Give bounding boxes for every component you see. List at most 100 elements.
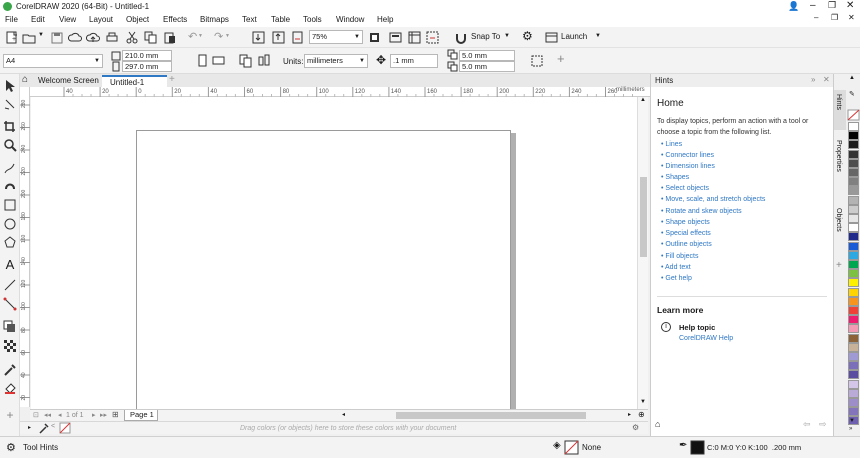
palette-options-icon[interactable]: ⚙ <box>632 423 639 432</box>
open-folder-icon[interactable] <box>22 31 36 45</box>
connector-tool-icon[interactable] <box>3 297 17 311</box>
color-swatch[interactable] <box>848 370 859 380</box>
tab-untitled-1[interactable]: Untitled-1 <box>102 75 167 87</box>
page-1-tab[interactable]: Page 1 <box>124 410 158 421</box>
docker-home-icon[interactable]: ⌂ <box>655 419 660 429</box>
color-swatch[interactable] <box>848 342 859 352</box>
interactive-fill-tool-icon[interactable] <box>3 382 17 396</box>
color-swatch[interactable] <box>848 241 859 251</box>
import-icon[interactable] <box>252 31 266 45</box>
color-swatch[interactable] <box>848 333 859 343</box>
menu-text[interactable]: Text <box>242 15 257 24</box>
transparency-tool-icon[interactable] <box>3 339 17 353</box>
menu-tools[interactable]: Tools <box>303 15 322 24</box>
hint-link-add-text[interactable]: • Add text <box>661 264 691 271</box>
color-swatch[interactable] <box>848 204 859 214</box>
zoom-level-combo[interactable]: 75% ▼ <box>309 30 363 44</box>
redo-dropdown-icon[interactable]: ▼ <box>225 33 230 39</box>
color-swatch[interactable] <box>848 131 859 141</box>
horizontal-scroll-thumb[interactable] <box>396 412 586 419</box>
menu-minimize-icon[interactable]: – <box>814 13 818 22</box>
color-swatch[interactable] <box>848 296 859 306</box>
color-swatch[interactable] <box>848 315 859 325</box>
zoom-tool-icon[interactable] <box>3 138 17 152</box>
color-swatch[interactable] <box>848 278 859 288</box>
menu-edit[interactable]: Edit <box>31 15 45 24</box>
color-swatch[interactable] <box>848 195 859 205</box>
color-swatch[interactable] <box>848 388 859 398</box>
palette-down-icon[interactable]: ▼ <box>849 418 855 424</box>
dock-tab-objects[interactable]: Objects <box>834 204 846 244</box>
color-swatch[interactable] <box>848 149 859 159</box>
hscroll-left-icon[interactable]: ◂ <box>342 411 345 418</box>
copy-icon[interactable] <box>144 31 158 45</box>
color-swatch[interactable] <box>848 140 859 150</box>
color-swatch[interactable] <box>848 352 859 361</box>
palette-more-icon[interactable]: » <box>849 426 852 432</box>
save-icon[interactable] <box>50 31 64 45</box>
new-tab-icon[interactable]: + <box>169 74 175 85</box>
cut-icon[interactable] <box>125 31 139 45</box>
palette-no-color-swatch[interactable] <box>847 109 860 121</box>
undo-dropdown-icon[interactable]: ▼ <box>198 33 203 39</box>
docker-forward-icon[interactable]: ⇨ <box>819 419 827 430</box>
options-gear-icon[interactable]: ⚙ <box>522 29 533 43</box>
maximize-button[interactable]: ❐ <box>828 0 836 11</box>
scroll-up-icon[interactable]: ▲ <box>640 97 646 103</box>
color-swatch[interactable] <box>848 177 859 187</box>
menu-table[interactable]: Table <box>271 15 290 24</box>
palette-scroll-left-icon[interactable]: < <box>51 423 55 430</box>
vertical-scroll-thumb[interactable] <box>640 177 647 257</box>
color-swatch[interactable] <box>848 260 859 269</box>
hint-link-get-help[interactable]: • Get help <box>661 275 692 282</box>
units-combo[interactable]: millimeters ▼ <box>304 54 368 68</box>
fill-none-swatch[interactable] <box>564 440 579 455</box>
outline-color-swatch[interactable] <box>690 440 705 455</box>
launch-dropdown-icon[interactable]: ▼ <box>595 33 601 39</box>
menu-file[interactable]: File <box>5 15 18 24</box>
vertical-scrollbar[interactable]: ▲ ▼ <box>637 97 648 409</box>
prev-page-icon[interactable]: ◂◂ <box>44 411 51 419</box>
minimize-button[interactable]: – <box>810 0 816 11</box>
tab-welcome-screen[interactable]: Welcome Screen <box>30 75 107 87</box>
units-dropdown-icon[interactable]: ▼ <box>359 55 365 67</box>
dock-add-icon[interactable]: + <box>836 260 842 271</box>
hint-link-dimension-lines[interactable]: • Dimension lines <box>661 163 715 170</box>
color-swatch[interactable] <box>848 158 859 168</box>
add-tool-icon[interactable]: + <box>3 408 17 422</box>
hint-link-connector-lines[interactable]: • Connector lines <box>661 152 714 159</box>
zoom-fit-icon[interactable] <box>368 31 382 45</box>
undo-icon[interactable]: ↶ <box>188 30 197 43</box>
all-pages-icon[interactable] <box>239 54 253 68</box>
color-swatch[interactable] <box>848 324 859 334</box>
color-swatch[interactable] <box>848 214 859 223</box>
color-swatch[interactable] <box>848 269 859 279</box>
nudge-distance-field[interactable]: .1 mm <box>390 54 438 68</box>
hint-link-rotate-skew[interactable]: • Rotate and skew objects <box>661 208 742 215</box>
current-page-icon[interactable] <box>257 54 271 68</box>
last-page-icon[interactable]: ▸▸ <box>100 411 107 419</box>
color-swatch[interactable] <box>848 407 859 417</box>
snap-to-label[interactable]: Snap To <box>471 32 500 41</box>
show-rulers-icon[interactable] <box>408 31 422 45</box>
first-page-icon[interactable]: ⊡ <box>33 411 39 419</box>
color-swatch[interactable] <box>848 306 859 315</box>
menu-close-icon[interactable]: ✕ <box>848 13 855 22</box>
hint-link-outline-objects[interactable]: • Outline objects <box>661 241 712 248</box>
show-grid-icon[interactable] <box>426 31 440 45</box>
help-topic-link[interactable]: CorelDRAW Help <box>679 335 733 342</box>
menu-bitmaps[interactable]: Bitmaps <box>200 15 229 24</box>
duplicate-y-field[interactable]: 5.0 mm <box>459 61 515 72</box>
shape-tool-icon[interactable] <box>3 98 17 112</box>
zoom-dropdown-icon[interactable]: ▼ <box>354 31 360 43</box>
next-page-icon[interactable]: ▸ <box>92 411 96 419</box>
portrait-icon[interactable] <box>196 54 210 68</box>
docker-collapse-icon[interactable]: » <box>811 75 815 84</box>
cloud-upload-icon[interactable] <box>85 31 100 45</box>
freehand-tool-icon[interactable] <box>3 161 17 175</box>
no-color-swatch[interactable] <box>59 422 71 434</box>
polygon-tool-icon[interactable] <box>3 235 17 249</box>
eyedropper-tool-icon[interactable] <box>3 363 17 377</box>
pick-tool-icon[interactable] <box>3 79 17 93</box>
color-swatch[interactable] <box>848 122 859 131</box>
